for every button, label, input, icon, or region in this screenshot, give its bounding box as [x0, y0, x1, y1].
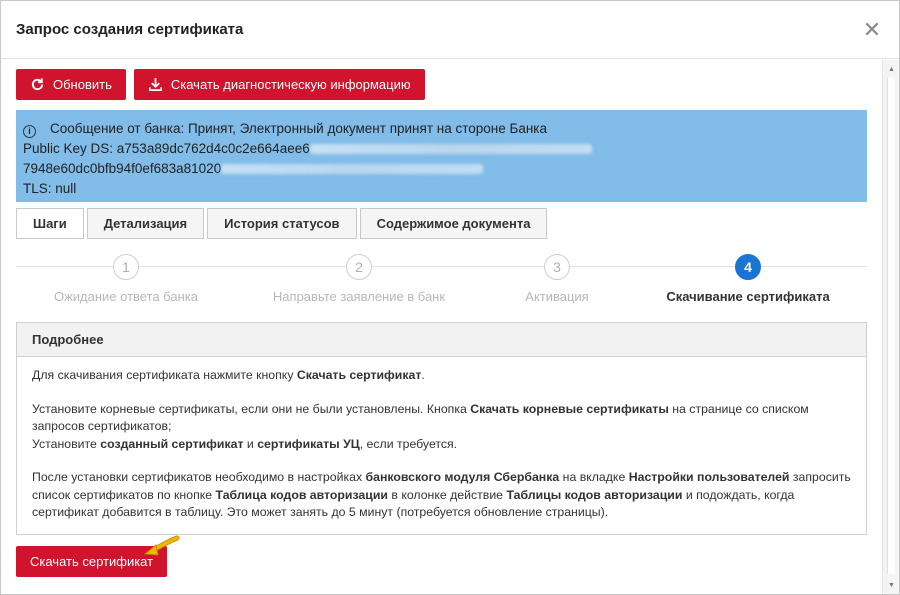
scroll-up-icon[interactable]: ▲: [883, 62, 900, 76]
step-4: 4 Скачивание сертификата: [648, 254, 848, 304]
text: , если требуется.: [359, 436, 458, 451]
close-icon[interactable]: ✕: [860, 17, 884, 42]
scroll-down-icon[interactable]: ▼: [883, 578, 900, 592]
refresh-icon: [31, 78, 44, 91]
step-number: 1: [113, 254, 139, 280]
dialog-header: Запрос создания сертификата ✕: [1, 1, 899, 59]
text-bold: Таблица кодов авторизации: [215, 487, 388, 502]
dialog-content: Обновить Скачать диагностическую информа…: [1, 60, 883, 594]
text-bold: сертификаты УЦ: [257, 436, 360, 451]
tls-row: TLS: null: [23, 181, 77, 196]
step-label: Направьте заявление в банк: [272, 289, 446, 304]
refresh-button[interactable]: Обновить: [16, 69, 126, 100]
info-icon: i: [23, 125, 36, 138]
step-label: Скачивание сертификата: [666, 289, 830, 304]
text-bold: Таблицы кодов авторизации: [506, 487, 683, 502]
public-key-row-1: Public Key DS: a753a89dc762d4c0c2e664aee…: [23, 139, 860, 159]
text: .: [421, 368, 425, 382]
details-panel: Подробнее Для скачивания сертификата наж…: [16, 322, 867, 535]
text-bold: банковского модуля Сбербанка: [365, 470, 560, 484]
tab-bar: Шаги Детализация История статусов Содерж…: [16, 208, 883, 239]
text: на вкладке: [559, 470, 629, 484]
step-3: 3 Активация: [457, 254, 657, 304]
details-paragraph: Установите созданный сертификат и сертиф…: [32, 436, 851, 454]
public-key-row-2: 7948e60dc0bfb94f0ef683a81020: [23, 159, 860, 179]
details-paragraph: Установите корневые сертификаты, если он…: [32, 401, 851, 436]
text: Установите корневые сертификаты, если он…: [32, 401, 471, 416]
text-bold: Скачать корневые сертификаты: [470, 401, 669, 416]
step-2: 2 Направьте заявление в банк: [259, 254, 459, 304]
text: После установки сертификатов необходимо …: [32, 470, 366, 484]
tab-steps[interactable]: Шаги: [16, 208, 84, 239]
public-key-part-1: Public Key DS: a753a89dc762d4c0c2e664aee…: [23, 141, 310, 156]
scrollbar-thumb[interactable]: [887, 78, 895, 574]
details-paragraph: После установки сертификатов необходимо …: [32, 469, 851, 522]
step-number: 2: [346, 254, 372, 280]
refresh-button-label: Обновить: [53, 77, 112, 92]
bank-message-alert: i Сообщение от банка: Принят, Электронный…: [16, 110, 867, 202]
redacted-key-blur: [221, 164, 484, 175]
tab-status-history[interactable]: История статусов: [207, 208, 357, 239]
download-diagnostics-label: Скачать диагностическую информацию: [170, 77, 411, 92]
certificate-request-dialog: Запрос создания сертификата ✕ Обновить С…: [0, 0, 900, 595]
public-key-part-2: 7948e60dc0bfb94f0ef683a81020: [23, 161, 222, 176]
step-label: Ожидание ответа банка: [53, 289, 199, 304]
step-number: 3: [544, 254, 570, 280]
download-diagnostics-button[interactable]: Скачать диагностическую информацию: [133, 69, 425, 100]
text-bold: Настройки пользователей: [628, 470, 790, 484]
details-heading: Подробнее: [17, 323, 866, 357]
redacted-key-blur: [309, 144, 592, 155]
tab-document-content[interactable]: Содержимое документа: [359, 208, 548, 239]
text: в колонке действие: [387, 487, 507, 502]
vertical-scrollbar[interactable]: ▲ ▼: [882, 60, 899, 594]
text: и: [243, 436, 258, 451]
download-icon: [148, 77, 162, 91]
text-bold: созданный сертификат: [100, 436, 244, 451]
details-paragraph: Для скачивания сертификата нажмите кнопк…: [32, 367, 851, 385]
dialog-title: Запрос создания сертификата: [16, 21, 244, 38]
progress-stepper: 1 Ожидание ответа банка 2 Направьте заяв…: [16, 249, 867, 319]
toolbar: Обновить Скачать диагностическую информа…: [16, 69, 883, 100]
step-1: 1 Ожидание ответа банка: [26, 254, 226, 304]
alert-message-row: i Сообщение от банка: Принят, Электронный…: [23, 119, 860, 139]
details-body: Для скачивания сертификата нажмите кнопк…: [17, 357, 866, 534]
pointer-arrow-icon: [143, 535, 180, 556]
text: Установите: [32, 436, 101, 451]
text: Для скачивания сертификата нажмите кнопк…: [32, 368, 297, 382]
step-number: 4: [735, 254, 761, 280]
text-bold: Скачать сертификат: [296, 368, 422, 382]
alert-message: Сообщение от банка: Принят, Электронный …: [50, 121, 548, 136]
tab-details[interactable]: Детализация: [86, 208, 205, 239]
step-label: Активация: [525, 289, 589, 304]
